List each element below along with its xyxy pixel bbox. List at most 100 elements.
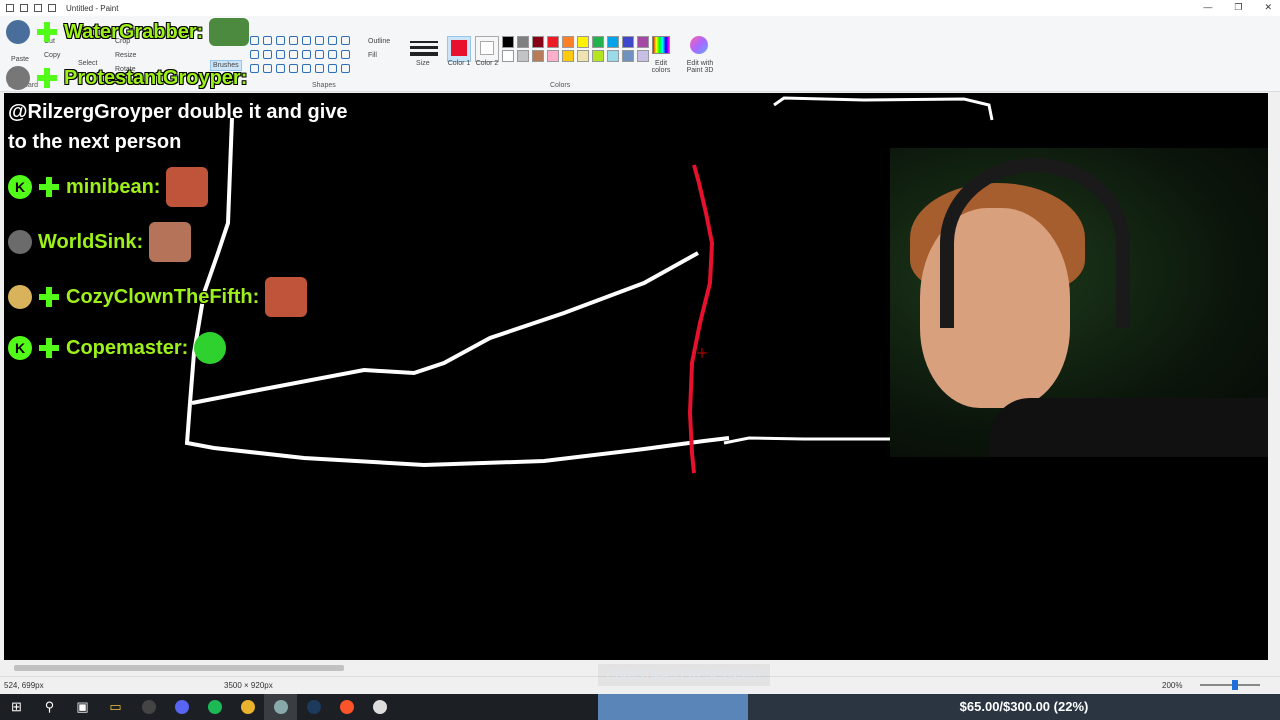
paint3d-icon[interactable] <box>690 36 708 54</box>
palette-swatch[interactable] <box>562 36 574 48</box>
vertical-scrollbar[interactable] <box>1268 93 1280 662</box>
avatar <box>8 285 32 309</box>
sub-badge-icon <box>36 67 58 89</box>
redo-icon[interactable] <box>48 4 56 12</box>
color1-selector[interactable] <box>447 36 471 62</box>
palette-swatch[interactable] <box>607 50 619 62</box>
chat-line: K Copemaster: <box>8 332 227 364</box>
palette-swatch[interactable] <box>502 36 514 48</box>
palette-swatch[interactable] <box>547 50 559 62</box>
start-icon[interactable]: ⊞ <box>0 694 33 720</box>
resize-button[interactable]: Resize <box>115 52 136 59</box>
copy-button[interactable]: Copy <box>44 52 60 59</box>
chrome-icon-glyph <box>240 700 255 714</box>
chat-username: Copemaster: <box>66 336 189 359</box>
paste-button[interactable]: Paste <box>5 56 35 63</box>
palette-swatch[interactable] <box>562 50 574 62</box>
edit-colors-icon[interactable] <box>652 36 670 54</box>
headphones-icon <box>940 158 1130 328</box>
shape-icon[interactable] <box>341 36 350 45</box>
shape-icon[interactable] <box>302 50 311 59</box>
minimize-button[interactable]: — <box>1203 2 1212 13</box>
obs-icon[interactable] <box>132 694 165 720</box>
shape-icon[interactable] <box>328 64 337 73</box>
taskbar: ⊞ ⚲ ▣ ▭ <box>0 694 598 720</box>
search-icon[interactable]: ⚲ <box>33 694 66 720</box>
palette-swatch[interactable] <box>517 36 529 48</box>
emote-icon <box>265 277 308 317</box>
edit-colors-button[interactable]: Edit colors <box>646 60 676 74</box>
sub-badge-icon <box>38 337 60 359</box>
palette-swatch[interactable] <box>517 50 529 62</box>
save-icon[interactable] <box>20 4 28 12</box>
shape-icon[interactable] <box>276 50 285 59</box>
palette-swatch[interactable] <box>532 50 544 62</box>
spotify-icon[interactable] <box>198 694 231 720</box>
brave-icon[interactable] <box>330 694 363 720</box>
pepe-emote-icon <box>209 18 250 46</box>
shape-icon[interactable] <box>302 64 311 73</box>
shape-icon[interactable] <box>341 64 350 73</box>
kick-badge-icon: K <box>8 175 32 199</box>
palette-swatch[interactable] <box>577 36 589 48</box>
color2-swatch <box>480 41 494 55</box>
window-controls: — ❐ ✕ <box>1203 2 1272 13</box>
donation-progress-fill <box>598 694 749 720</box>
file-explorer-icon[interactable]: ▭ <box>99 694 132 720</box>
color2-label: Color 2 <box>475 60 499 67</box>
palette-swatch[interactable] <box>637 36 649 48</box>
shape-icon[interactable] <box>315 50 324 59</box>
shapes-gallery[interactable] <box>250 36 350 76</box>
obs-icon-glyph <box>141 700 156 714</box>
zoom-slider[interactable] <box>1200 684 1260 686</box>
paint3d-button[interactable]: Edit with Paint 3D <box>680 60 720 74</box>
close-button[interactable]: ✕ <box>1264 2 1272 13</box>
shape-icon[interactable] <box>328 36 337 45</box>
paint-window: Untitled - Paint — ❐ ✕ Paste Cut Copy Cl… <box>0 0 1280 720</box>
palette-swatch[interactable] <box>547 36 559 48</box>
maximize-button[interactable]: ❐ <box>1234 2 1242 13</box>
palette-swatch[interactable] <box>622 50 634 62</box>
streamer-shirt <box>990 398 1280 457</box>
app-icon[interactable] <box>363 694 396 720</box>
chat-username: minibean: <box>66 175 161 198</box>
emote-icon <box>166 167 209 207</box>
shape-icon[interactable] <box>289 64 298 73</box>
shape-icon[interactable] <box>250 64 259 73</box>
shape-icon[interactable] <box>263 64 272 73</box>
discord-icon[interactable] <box>165 694 198 720</box>
shape-icon[interactable] <box>315 36 324 45</box>
palette-swatch[interactable] <box>592 36 604 48</box>
shape-icon[interactable] <box>289 36 298 45</box>
palette-swatch[interactable] <box>532 36 544 48</box>
shape-icon[interactable] <box>276 36 285 45</box>
palette-swatch[interactable] <box>592 50 604 62</box>
shape-icon[interactable] <box>250 36 259 45</box>
shape-icon[interactable] <box>341 50 350 59</box>
palette-swatch[interactable] <box>622 36 634 48</box>
shape-icon[interactable] <box>328 50 337 59</box>
size-button[interactable] <box>410 38 438 59</box>
undo-icon[interactable] <box>34 4 42 12</box>
steam-icon[interactable] <box>297 694 330 720</box>
chrome-icon[interactable] <box>231 694 264 720</box>
chat-line: CozyClownTheFifth: <box>8 277 308 317</box>
shape-icon[interactable] <box>263 36 272 45</box>
shape-icon[interactable] <box>276 64 285 73</box>
outline-dropdown[interactable]: Outline <box>368 38 390 45</box>
paint-icon[interactable] <box>264 694 297 720</box>
palette-swatch[interactable] <box>502 50 514 62</box>
shape-icon[interactable] <box>289 50 298 59</box>
zoom-slider-knob[interactable] <box>1232 680 1238 690</box>
color-palette[interactable] <box>502 36 650 62</box>
shape-icon[interactable] <box>250 50 259 59</box>
palette-swatch[interactable] <box>577 50 589 62</box>
palette-swatch[interactable] <box>607 36 619 48</box>
scroll-thumb[interactable] <box>14 665 344 671</box>
task-view-icon[interactable]: ▣ <box>66 694 99 720</box>
shape-icon[interactable] <box>315 64 324 73</box>
shape-icon[interactable] <box>263 50 272 59</box>
shape-icon[interactable] <box>302 36 311 45</box>
fill-dropdown[interactable]: Fill <box>368 52 377 59</box>
color2-selector[interactable] <box>475 36 499 62</box>
